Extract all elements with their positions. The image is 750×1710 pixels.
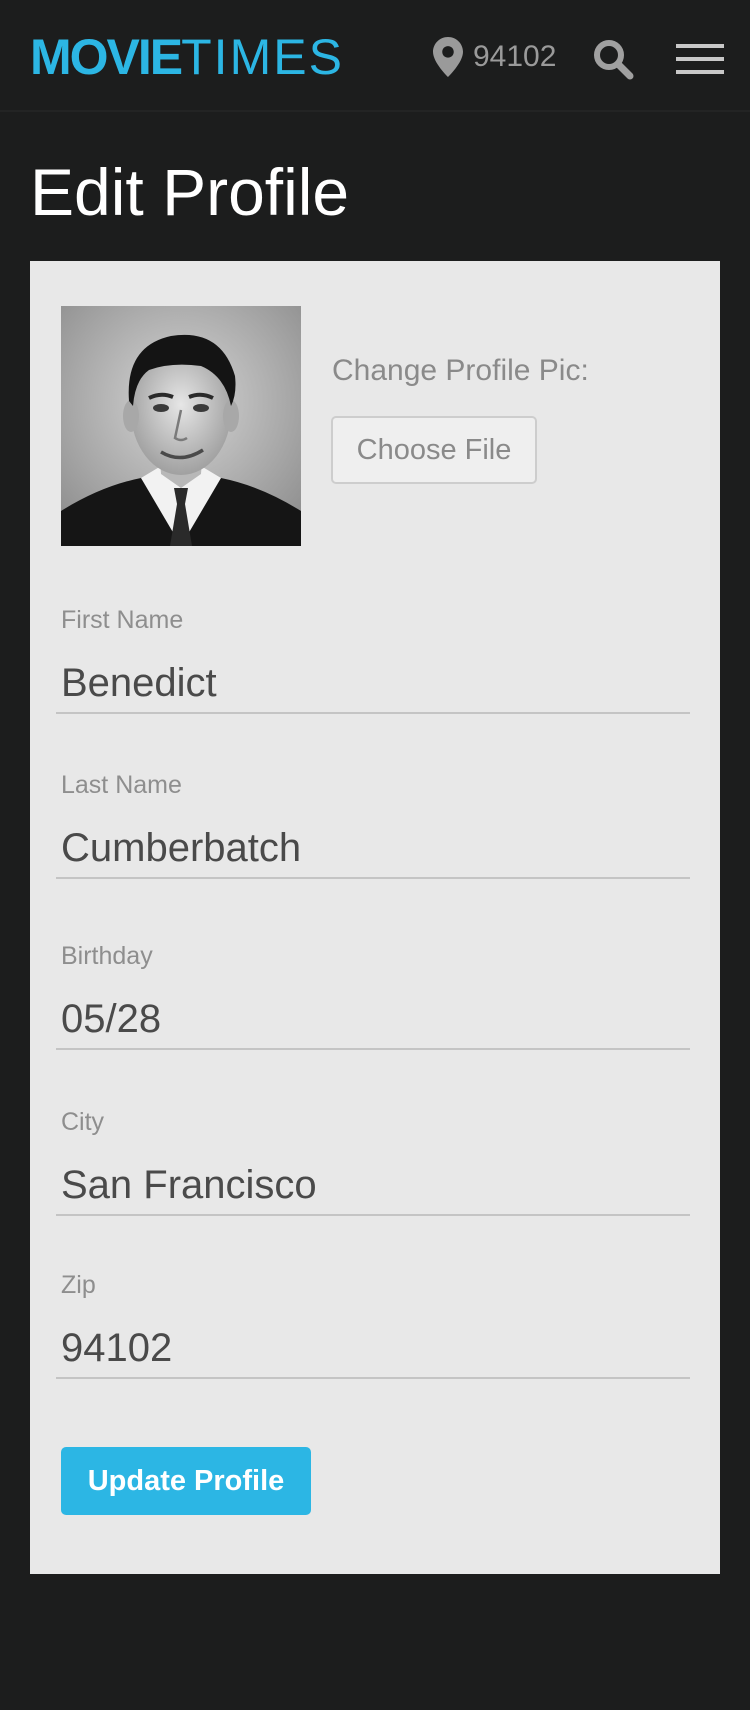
birthday-input[interactable] [56,990,690,1050]
location-selector[interactable]: 94102 [433,37,556,77]
hamburger-menu-icon[interactable] [676,44,724,76]
profile-avatar [61,306,301,546]
logo-bold-text: MOVIE [30,29,183,85]
change-profile-pic-label: Change Profile Pic: [332,354,589,387]
city-input[interactable] [56,1156,690,1216]
birthday-label: Birthday [61,942,153,970]
location-pin-icon [433,37,463,77]
choose-file-button[interactable]: Choose File [331,416,537,484]
zip-input[interactable] [56,1319,690,1379]
last-name-label: Last Name [61,771,182,799]
search-icon[interactable] [592,38,634,80]
top-header: MOVIETIMES 94102 [0,0,750,112]
first-name-input[interactable] [56,654,690,714]
location-zip-text: 94102 [473,40,557,73]
profile-photo-image [61,306,301,546]
last-name-input[interactable] [56,819,690,879]
page-title: Edit Profile [30,155,350,229]
first-name-label: First Name [61,606,184,634]
edit-profile-card: Change Profile Pic: Choose File First Na… [30,261,720,1574]
logo-light-text: TIMES [181,29,344,85]
zip-label: Zip [61,1271,96,1299]
city-label: City [61,1108,105,1136]
update-profile-button[interactable]: Update Profile [61,1447,311,1515]
movietimes-logo[interactable]: MOVIETIMES [30,27,344,87]
